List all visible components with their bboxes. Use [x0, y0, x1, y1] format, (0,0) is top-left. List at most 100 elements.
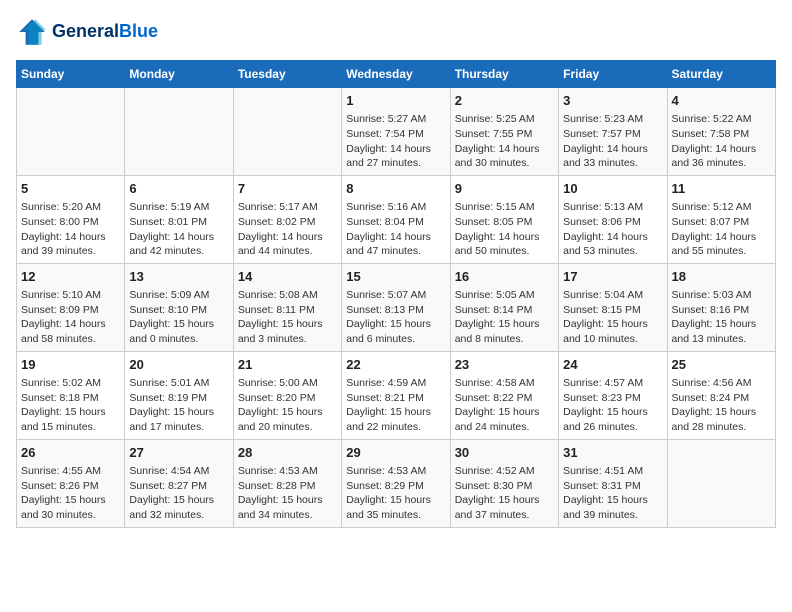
calendar-cell: 18Sunrise: 5:03 AM Sunset: 8:16 PM Dayli…	[667, 263, 775, 351]
calendar-table: SundayMondayTuesdayWednesdayThursdayFrid…	[16, 60, 776, 528]
day-number: 13	[129, 268, 228, 286]
calendar-cell: 23 Sunrise: 4:58 AM Sunset: 8:22 PM Dayli…	[450, 351, 558, 439]
calendar-cell: 8 Sunrise: 5:16 AM Sunset: 8:04 PM Daylig…	[342, 175, 450, 263]
day-info: Sunrise: 5:10 AM Sunset: 8:09 PM Dayligh…	[21, 288, 120, 347]
day-info: Sunrise: 5:16 AM Sunset: 8:04 PM Dayligh…	[346, 200, 445, 259]
day-info: Sunrise: 5:23 AM Sunset: 7:57 PM Dayligh…	[563, 112, 662, 171]
day-info: Sunrise: 5:02 AM Sunset: 8:18 PM Dayligh…	[21, 376, 120, 435]
day-info: Sunrise: 4:52 AM Sunset: 8:30 PM Dayligh…	[455, 464, 554, 523]
calendar-cell: 25 Sunrise: 4:56 AM Sunset: 8:24 PM Dayli…	[667, 351, 775, 439]
day-info: Sunrise: 5:05 AM Sunset: 8:14 PM Dayligh…	[455, 288, 554, 347]
page-header: GeneralBlue	[16, 16, 776, 48]
day-info: Sunrise: 5:19 AM Sunset: 8:01 PM Dayligh…	[129, 200, 228, 259]
day-info: Sunrise: 4:57 AM Sunset: 8:23 PM Dayligh…	[563, 376, 662, 435]
day-number: 27	[129, 444, 228, 462]
day-number: 1	[346, 92, 445, 110]
day-number: 7	[238, 180, 337, 198]
calendar-cell: 9 Sunrise: 5:15 AM Sunset: 8:05 PM Daylig…	[450, 175, 558, 263]
calendar-cell: 13 Sunrise: 5:09 AM Sunset: 8:10 PM Dayli…	[125, 263, 233, 351]
week-row-2: 5Sunrise: 5:20 AM Sunset: 8:00 PM Daylig…	[17, 175, 776, 263]
calendar-cell: 20 Sunrise: 5:01 AM Sunset: 8:19 PM Dayli…	[125, 351, 233, 439]
col-header-saturday: Saturday	[667, 61, 775, 88]
calendar-cell	[233, 88, 341, 176]
calendar-cell: 29 Sunrise: 4:53 AM Sunset: 8:29 PM Dayli…	[342, 439, 450, 527]
day-info: Sunrise: 5:13 AM Sunset: 8:06 PM Dayligh…	[563, 200, 662, 259]
col-header-tuesday: Tuesday	[233, 61, 341, 88]
calendar-cell: 21 Sunrise: 5:00 AM Sunset: 8:20 PM Dayli…	[233, 351, 341, 439]
calendar-cell	[125, 88, 233, 176]
calendar-cell: 17 Sunrise: 5:04 AM Sunset: 8:15 PM Dayli…	[559, 263, 667, 351]
calendar-cell: 2 Sunrise: 5:25 AM Sunset: 7:55 PM Daylig…	[450, 88, 558, 176]
day-number: 21	[238, 356, 337, 374]
day-info: Sunrise: 4:58 AM Sunset: 8:22 PM Dayligh…	[455, 376, 554, 435]
day-info: Sunrise: 5:00 AM Sunset: 8:20 PM Dayligh…	[238, 376, 337, 435]
day-number: 31	[563, 444, 662, 462]
col-header-wednesday: Wednesday	[342, 61, 450, 88]
calendar-cell: 28 Sunrise: 4:53 AM Sunset: 8:28 PM Dayli…	[233, 439, 341, 527]
calendar-cell: 22 Sunrise: 4:59 AM Sunset: 8:21 PM Dayli…	[342, 351, 450, 439]
calendar-cell: 31 Sunrise: 4:51 AM Sunset: 8:31 PM Dayli…	[559, 439, 667, 527]
calendar-cell: 1 Sunrise: 5:27 AM Sunset: 7:54 PM Daylig…	[342, 88, 450, 176]
col-header-sunday: Sunday	[17, 61, 125, 88]
calendar-cell: 14 Sunrise: 5:08 AM Sunset: 8:11 PM Dayli…	[233, 263, 341, 351]
day-info: Sunrise: 5:17 AM Sunset: 8:02 PM Dayligh…	[238, 200, 337, 259]
day-number: 12	[21, 268, 120, 286]
day-info: Sunrise: 5:15 AM Sunset: 8:05 PM Dayligh…	[455, 200, 554, 259]
day-info: Sunrise: 5:27 AM Sunset: 7:54 PM Dayligh…	[346, 112, 445, 171]
day-number: 22	[346, 356, 445, 374]
day-info: Sunrise: 4:53 AM Sunset: 8:29 PM Dayligh…	[346, 464, 445, 523]
day-number: 10	[563, 180, 662, 198]
day-number: 28	[238, 444, 337, 462]
day-info: Sunrise: 4:56 AM Sunset: 8:24 PM Dayligh…	[672, 376, 771, 435]
week-row-1: 1 Sunrise: 5:27 AM Sunset: 7:54 PM Daylig…	[17, 88, 776, 176]
calendar-header: SundayMondayTuesdayWednesdayThursdayFrid…	[17, 61, 776, 88]
day-number: 4	[672, 92, 771, 110]
calendar-cell: 16Sunrise: 5:05 AM Sunset: 8:14 PM Dayli…	[450, 263, 558, 351]
day-number: 3	[563, 92, 662, 110]
day-info: Sunrise: 4:51 AM Sunset: 8:31 PM Dayligh…	[563, 464, 662, 523]
col-header-monday: Monday	[125, 61, 233, 88]
calendar-cell: 19Sunrise: 5:02 AM Sunset: 8:18 PM Dayli…	[17, 351, 125, 439]
day-info: Sunrise: 5:07 AM Sunset: 8:13 PM Dayligh…	[346, 288, 445, 347]
calendar-cell: 6Sunrise: 5:19 AM Sunset: 8:01 PM Daylig…	[125, 175, 233, 263]
day-info: Sunrise: 5:01 AM Sunset: 8:19 PM Dayligh…	[129, 376, 228, 435]
day-number: 8	[346, 180, 445, 198]
calendar-cell: 7 Sunrise: 5:17 AM Sunset: 8:02 PM Daylig…	[233, 175, 341, 263]
day-number: 29	[346, 444, 445, 462]
calendar-cell: 26Sunrise: 4:55 AM Sunset: 8:26 PM Dayli…	[17, 439, 125, 527]
calendar-cell: 5Sunrise: 5:20 AM Sunset: 8:00 PM Daylig…	[17, 175, 125, 263]
day-info: Sunrise: 5:12 AM Sunset: 8:07 PM Dayligh…	[672, 200, 771, 259]
day-info: Sunrise: 5:09 AM Sunset: 8:10 PM Dayligh…	[129, 288, 228, 347]
day-info: Sunrise: 4:53 AM Sunset: 8:28 PM Dayligh…	[238, 464, 337, 523]
day-info: Sunrise: 5:22 AM Sunset: 7:58 PM Dayligh…	[672, 112, 771, 171]
day-info: Sunrise: 5:08 AM Sunset: 8:11 PM Dayligh…	[238, 288, 337, 347]
day-number: 11	[672, 180, 771, 198]
week-row-5: 26Sunrise: 4:55 AM Sunset: 8:26 PM Dayli…	[17, 439, 776, 527]
day-number: 15	[346, 268, 445, 286]
calendar-cell: 12 Sunrise: 5:10 AM Sunset: 8:09 PM Dayli…	[17, 263, 125, 351]
calendar-cell: 4 Sunrise: 5:22 AM Sunset: 7:58 PM Daylig…	[667, 88, 775, 176]
day-info: Sunrise: 5:25 AM Sunset: 7:55 PM Dayligh…	[455, 112, 554, 171]
calendar-cell: 30 Sunrise: 4:52 AM Sunset: 8:30 PM Dayli…	[450, 439, 558, 527]
logo-text: GeneralBlue	[52, 22, 158, 42]
day-number: 20	[129, 356, 228, 374]
day-number: 23	[455, 356, 554, 374]
day-number: 9	[455, 180, 554, 198]
day-number: 14	[238, 268, 337, 286]
calendar-cell: 27 Sunrise: 4:54 AM Sunset: 8:27 PM Dayli…	[125, 439, 233, 527]
logo-icon	[16, 16, 48, 48]
day-number: 17	[563, 268, 662, 286]
day-number: 24	[563, 356, 662, 374]
day-info: Sunrise: 4:59 AM Sunset: 8:21 PM Dayligh…	[346, 376, 445, 435]
day-number: 25	[672, 356, 771, 374]
calendar-cell	[17, 88, 125, 176]
week-row-4: 19Sunrise: 5:02 AM Sunset: 8:18 PM Dayli…	[17, 351, 776, 439]
day-info: Sunrise: 5:04 AM Sunset: 8:15 PM Dayligh…	[563, 288, 662, 347]
day-number: 2	[455, 92, 554, 110]
calendar-cell: 15 Sunrise: 5:07 AM Sunset: 8:13 PM Dayli…	[342, 263, 450, 351]
day-number: 5	[21, 180, 120, 198]
day-number: 30	[455, 444, 554, 462]
day-info: Sunrise: 4:54 AM Sunset: 8:27 PM Dayligh…	[129, 464, 228, 523]
calendar-cell: 24 Sunrise: 4:57 AM Sunset: 8:23 PM Dayli…	[559, 351, 667, 439]
day-number: 18	[672, 268, 771, 286]
